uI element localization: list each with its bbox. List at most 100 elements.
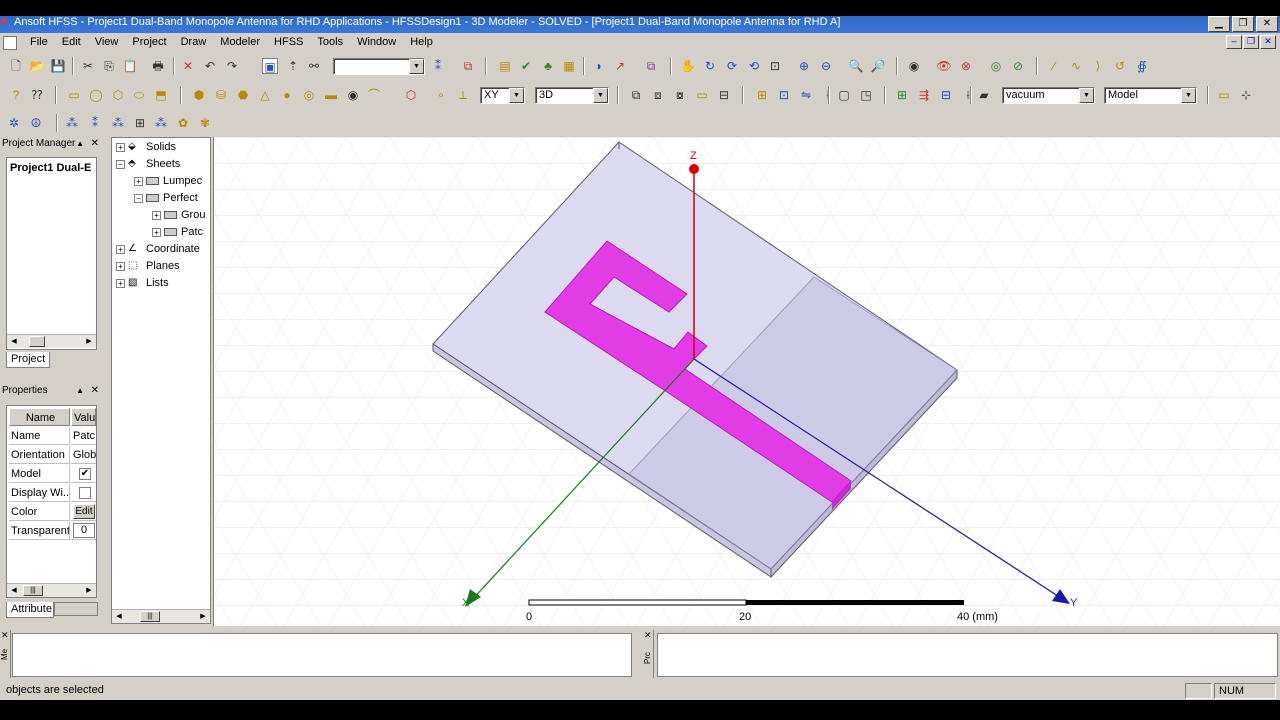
property-row-color[interactable]: Color Edit	[9, 503, 96, 522]
progress-list[interactable]	[657, 633, 1278, 677]
menu-project[interactable]: Project	[125, 33, 173, 52]
tree-item-perfect[interactable]: − Perfect	[134, 190, 198, 206]
menu-view[interactable]: View	[88, 33, 126, 52]
dynamic-icon[interactable]: ⊡	[767, 58, 783, 74]
scroll-right-icon[interactable]: ▶	[83, 336, 95, 348]
rotate-axis-icon[interactable]: ⟳	[724, 58, 740, 74]
zoom-area-icon[interactable]: 🔎	[870, 58, 886, 74]
results-icon[interactable]: ♣	[540, 58, 556, 74]
tree-item-solids[interactable]: + ⬙ Solids	[116, 139, 176, 155]
column-header-name[interactable]: Name	[9, 408, 70, 426]
mesh-icon[interactable]: ⁂	[110, 115, 126, 131]
scroll-right-icon[interactable]: ▶	[197, 611, 209, 623]
material-dropdown[interactable]: vacuum ▼	[1002, 87, 1095, 104]
message-list[interactable]	[12, 633, 632, 677]
thicken-icon[interactable]: ◳	[858, 87, 874, 103]
property-value[interactable]	[71, 484, 96, 502]
tab-project[interactable]: Project	[6, 352, 51, 368]
move-up-icon[interactable]: ⇡	[285, 58, 301, 74]
close-button[interactable]: ✕	[1256, 16, 1278, 32]
undo-icon[interactable]: ↶	[202, 58, 218, 74]
regular-polyhedron-icon[interactable]: ⬣	[235, 87, 251, 103]
expand-icon[interactable]: +	[152, 227, 161, 237]
scroll-left-icon[interactable]: ◀	[8, 585, 20, 597]
property-row-display-wireframe[interactable]: Display Wi...	[9, 484, 96, 503]
hide-all-icon[interactable]: ⊘	[1010, 58, 1026, 74]
menu-tools[interactable]: Tools	[310, 33, 350, 52]
torus-icon[interactable]: ◎	[301, 87, 317, 103]
cylinder-icon[interactable]: ⛁	[213, 87, 229, 103]
tab-attribute[interactable]: Attribute	[6, 602, 54, 618]
horizontal-scrollbar[interactable]: ◀ ||| ▶	[112, 609, 210, 623]
progress-tab[interactable]: Prc	[643, 652, 652, 664]
menu-edit[interactable]: Edit	[55, 33, 88, 52]
point-icon[interactable]: ∘	[433, 87, 449, 103]
list-icon[interactable]: ▭	[1216, 87, 1232, 103]
scale-icon[interactable]: ⟊	[960, 87, 976, 103]
property-row-transparent[interactable]: Transparent 0	[9, 522, 96, 541]
duplicate-along-line-icon[interactable]: ⊞	[894, 87, 910, 103]
ellipse-icon[interactable]: ⬭	[131, 87, 147, 103]
property-value[interactable]: 0	[71, 522, 96, 540]
property-row-model[interactable]: Model ✔	[9, 465, 96, 484]
scroll-thumb[interactable]: |||	[140, 611, 160, 622]
message-manager-tab[interactable]: Me	[0, 649, 9, 660]
save-icon[interactable]: 💾	[50, 58, 66, 74]
window-tile-icon[interactable]: ⧉	[643, 58, 659, 74]
select-object-icon[interactable]: ▣	[262, 58, 278, 74]
restore-button[interactable]: ❐	[1232, 16, 1254, 32]
property-value[interactable]: Edit	[71, 503, 96, 521]
polygon-icon[interactable]: ⬡	[110, 87, 126, 103]
print-icon[interactable]: 🖶	[150, 58, 166, 74]
orbit-icon[interactable]: ⟲	[746, 58, 762, 74]
scroll-left-icon[interactable]: ◀	[8, 336, 20, 348]
unite-icon[interactable]: ⧉	[628, 87, 644, 103]
radiation-icon[interactable]: ⊞	[132, 115, 148, 131]
circle-icon[interactable]: ◯	[88, 87, 104, 103]
region-icon[interactable]: ⬡	[403, 87, 419, 103]
property-value[interactable]: ✔	[71, 465, 96, 483]
plane-dropdown[interactable]: XY ▼	[480, 87, 525, 104]
spiral-icon[interactable]: ◉	[345, 87, 361, 103]
measure-icon[interactable]: ⊹	[1238, 87, 1254, 103]
hide-icon[interactable]: ⊗	[958, 58, 974, 74]
intersect-icon[interactable]: ⧇	[672, 87, 688, 103]
tree-item-patch[interactable]: + Patc	[152, 224, 203, 240]
mdi-restore-button[interactable]: ❐	[1243, 35, 1259, 49]
minimize-button[interactable]: ▁	[1208, 16, 1230, 32]
display-wireframe-checkbox[interactable]	[79, 487, 91, 499]
line-icon[interactable]: ∕	[1046, 58, 1062, 74]
rotate-icon[interactable]: ↻	[702, 58, 718, 74]
scroll-left-icon[interactable]: ◀	[113, 611, 125, 623]
material-icon[interactable]: ▰	[976, 87, 992, 103]
tree-item-sheets[interactable]: − ⬘ Sheets	[116, 156, 180, 172]
close-icon[interactable]: ✕	[644, 630, 652, 641]
pan-icon[interactable]: ✋	[680, 58, 696, 74]
expand-icon[interactable]: +	[152, 210, 161, 220]
close-icon[interactable]: ✕	[91, 384, 99, 397]
box-icon[interactable]: ⬢	[191, 87, 207, 103]
transparency-field[interactable]: 0	[73, 523, 95, 538]
sweep-setup-icon[interactable]: ⁂	[153, 115, 169, 131]
model-checkbox[interactable]: ✔	[79, 468, 91, 480]
menu-file[interactable]: File	[23, 33, 55, 52]
zoom-icon[interactable]: 🔍	[848, 58, 864, 74]
tree-item-coordinate-systems[interactable]: + ∠ Coordinate	[116, 241, 200, 257]
plot-icon[interactable]: ↗	[612, 58, 628, 74]
expand-icon[interactable]: +	[116, 244, 125, 254]
zoom-in-icon[interactable]: ⊕	[796, 58, 812, 74]
bondwire-icon[interactable]: ⌒	[366, 87, 382, 103]
tree-item-ground[interactable]: + Grou	[152, 207, 205, 223]
collapse-icon[interactable]: −	[116, 159, 125, 169]
viewport-canvas[interactable]: Z Y X 0 20 40 (mm)	[214, 137, 1280, 626]
cone-icon[interactable]: △	[257, 87, 273, 103]
column-header-value[interactable]: Valu	[71, 408, 96, 426]
hierarchy-icon[interactable]: ⚯	[306, 58, 322, 74]
copy-icon[interactable]: ⎘	[101, 58, 117, 74]
paste-icon[interactable]: 📋	[122, 58, 138, 74]
show-icon[interactable]: 👁	[936, 58, 952, 74]
menu-hfss[interactable]: HFSS	[267, 33, 310, 52]
lumped-port-icon[interactable]: ⁑	[87, 115, 103, 131]
help-icon[interactable]: ?	[8, 87, 24, 103]
duplicate-around-axis-icon[interactable]: ⇶	[916, 87, 932, 103]
